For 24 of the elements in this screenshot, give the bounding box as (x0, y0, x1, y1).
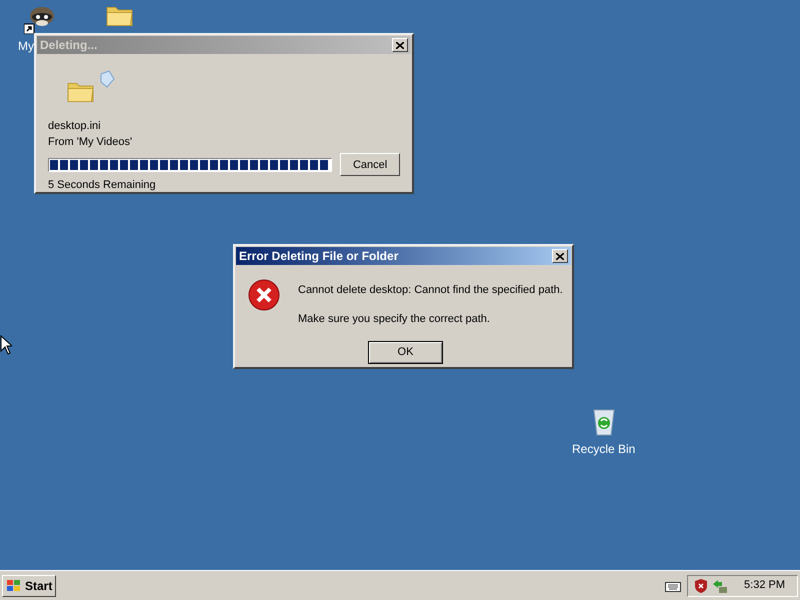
error-message: Cannot delete desktop: Cannot find the specified path. (298, 283, 563, 298)
icon-label[interactable]: My (18, 37, 34, 55)
time-remaining: 5 Seconds Remaining (48, 178, 157, 193)
error-icon (248, 279, 280, 311)
folder-icon (106, 4, 134, 26)
shield-icon[interactable] (694, 578, 708, 594)
close-button[interactable] (552, 249, 568, 263)
close-icon (556, 252, 564, 260)
keyboard-icon[interactable] (665, 580, 682, 592)
folder-icon (67, 80, 95, 102)
cancel-button[interactable]: Cancel (340, 153, 400, 176)
window-title: Error Deleting File or Folder (239, 248, 398, 265)
clock[interactable]: 5:32 PM (744, 577, 785, 594)
error-hint: Make sure you specify the correct path. (298, 312, 491, 326)
close-button[interactable] (392, 38, 408, 52)
ok-button[interactable]: OK (368, 341, 443, 364)
start-button[interactable]: Start (2, 574, 56, 596)
close-icon (396, 42, 404, 48)
file-name: desktop.ini (48, 119, 102, 134)
icon-label[interactable]: Recycle Bin (572, 440, 636, 458)
mouse-pointer-icon (0, 335, 12, 355)
windows-logo-icon (6, 578, 22, 592)
window-title: Deleting... (40, 37, 98, 54)
source-folder: From 'My Videos' (48, 135, 134, 150)
